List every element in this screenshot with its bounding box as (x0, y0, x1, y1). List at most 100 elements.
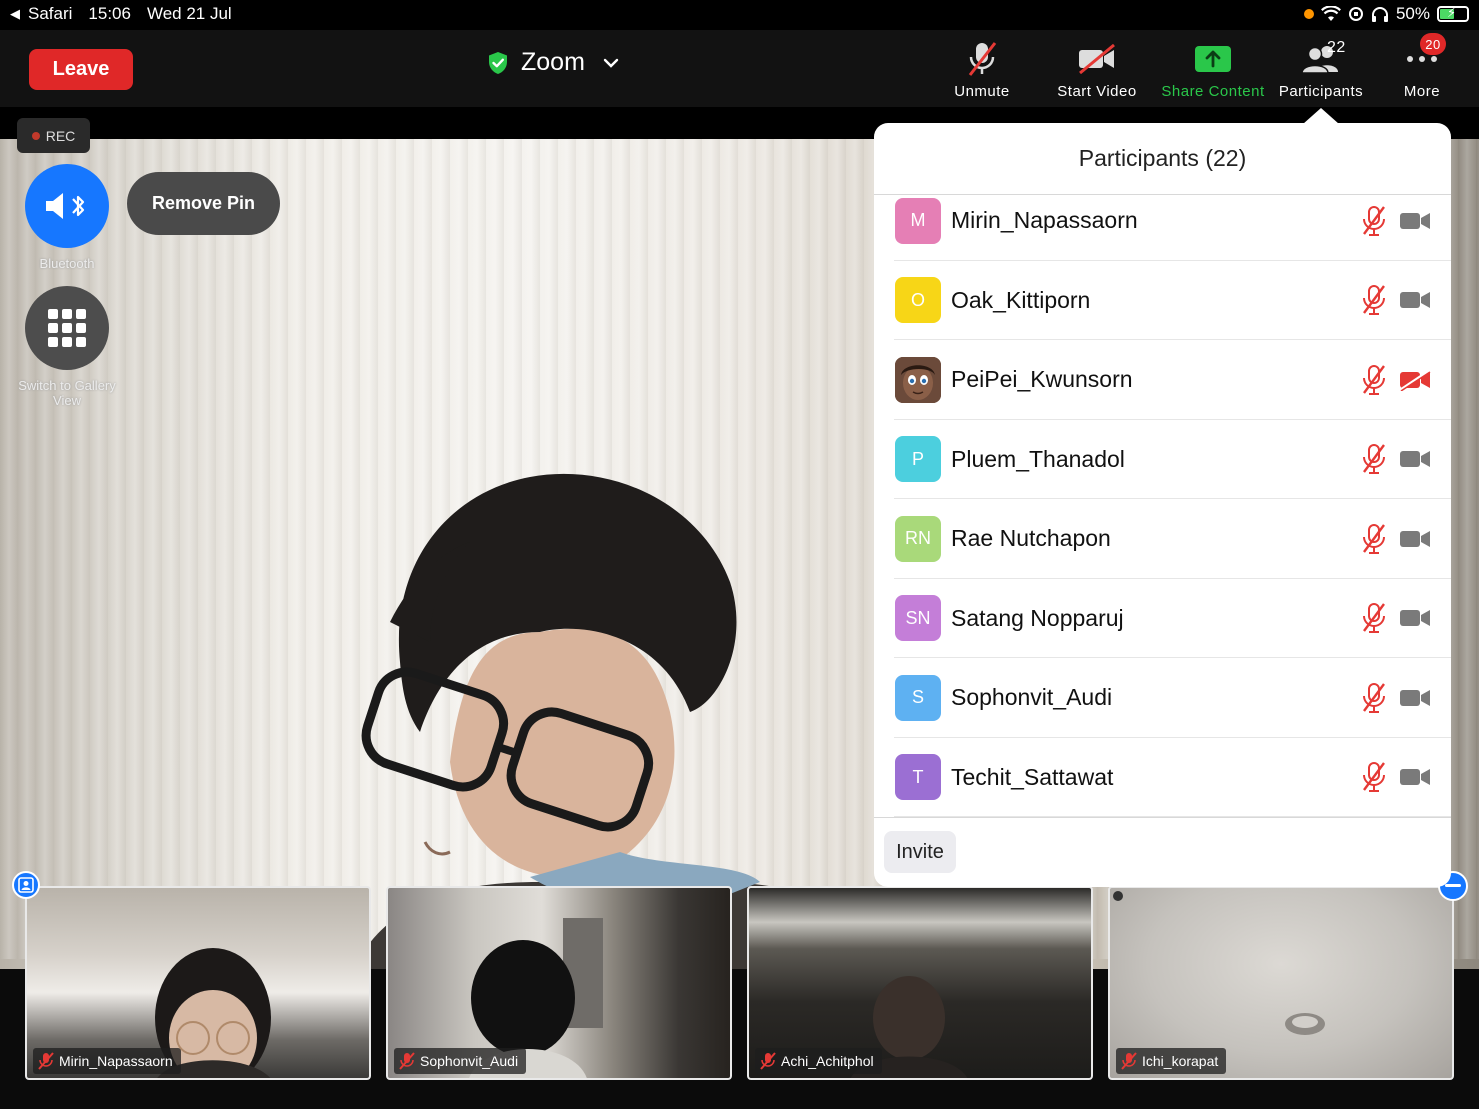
video-off-icon (1399, 368, 1431, 391)
mic-muted-icon (1363, 444, 1385, 475)
more-label: More (1403, 83, 1441, 100)
more-dots-icon (1407, 56, 1437, 62)
meeting-title: Zoom (521, 48, 585, 76)
participant-avatar: M (895, 197, 941, 244)
participant-row[interactable]: P Pluem_Thanadol (874, 420, 1451, 500)
participant-name: Sophonvit_Audi (951, 684, 1113, 711)
pin-video-icon[interactable] (12, 871, 40, 899)
mic-muted-icon (399, 1052, 415, 1070)
participants-panel-footer: Invite (874, 817, 1451, 887)
audio-bluetooth-button[interactable] (25, 164, 109, 248)
thumbnail-name: Achi_Achitphol (781, 1053, 874, 1069)
meeting-toolbar: Leave Zoom Unmute Start Video Share Cont… (0, 30, 1479, 107)
thumbnail-name-tag: Mirin_Napassaorn (33, 1048, 181, 1074)
participant-row[interactable]: S Sophonvit_Audi (874, 658, 1451, 738)
thumbnail-name: Mirin_Napassaorn (59, 1053, 173, 1069)
mic-muted-icon (1363, 285, 1385, 316)
speaker-bluetooth-icon (46, 193, 85, 219)
back-app-label[interactable]: Safari (28, 4, 72, 24)
participants-count: 22 (1327, 39, 1346, 56)
share-content-button[interactable]: Share Content (1158, 38, 1268, 100)
record-dot-icon (31, 131, 40, 140)
participant-name: Oak_Kittiporn (951, 286, 1091, 313)
thumbnail-video[interactable]: Achi_Achitphol (747, 886, 1093, 1080)
share-content-label: Share Content (1161, 83, 1265, 100)
video-on-icon (1400, 769, 1430, 786)
participant-avatar: T (895, 754, 941, 801)
participant-row[interactable]: O Oak_Kittiporn (874, 261, 1451, 341)
more-button[interactable]: 20 More (1398, 33, 1446, 100)
participant-name: Pluem_Thanadol (951, 445, 1125, 472)
participant-row[interactable]: M Mirin_Napassaorn (874, 195, 1451, 261)
participant-row[interactable]: PeiPei_Kwunsorn (874, 340, 1451, 420)
participant-row[interactable]: SN Satang Nopparuj (874, 579, 1451, 659)
orientation-lock-icon (1348, 7, 1363, 21)
participant-row[interactable]: RN Rae Nutchapon (874, 499, 1451, 579)
thumbnail-name-tag: Achi_Achitphol (755, 1048, 882, 1074)
participant-avatar: RN (895, 515, 941, 562)
participant-avatar: P (895, 436, 941, 483)
meeting-title-dropdown[interactable]: Zoom (487, 48, 619, 77)
participant-name: PeiPei_Kwunsorn (951, 366, 1133, 393)
video-on-icon (1400, 212, 1430, 229)
mic-in-use-indicator-icon (1303, 9, 1314, 19)
panel-pointer (1303, 108, 1339, 124)
bluetooth-label: Bluetooth (39, 256, 95, 271)
start-video-label: Start Video (1057, 83, 1137, 100)
mic-muted-icon (1363, 603, 1385, 634)
mic-muted-icon (38, 1052, 54, 1070)
participants-panel: Participants (22) M Mirin_Napassaorn O Oak_… (874, 123, 1451, 887)
participant-name: Techit_Sattawat (951, 763, 1114, 790)
thumbnail-video[interactable]: Sophonvit_Audi (386, 886, 732, 1080)
clock-date: Wed 21 Jul (146, 4, 232, 23)
mic-muted-icon (760, 1052, 776, 1070)
grid-icon (48, 309, 86, 347)
recording-indicator: REC (17, 118, 90, 153)
switch-to-gallery-button[interactable] (25, 286, 109, 370)
participant-name: Rae Nutchapon (951, 525, 1111, 552)
participant-name: Mirin_Napassaorn (951, 207, 1138, 234)
video-on-icon (1400, 451, 1430, 468)
unmute-button[interactable]: Unmute (952, 38, 1012, 100)
mic-muted-icon (1363, 523, 1385, 554)
leave-button[interactable]: Leave (29, 49, 133, 90)
thumbnail-video[interactable]: Mirin_Napassaorn (25, 886, 371, 1080)
mic-muted-icon (1363, 682, 1385, 713)
mic-muted-icon (1121, 1052, 1137, 1070)
participant-name: Satang Nopparuj (951, 604, 1124, 631)
participant-avatar: S (895, 674, 941, 721)
wifi-icon (1320, 6, 1341, 21)
headphones-icon (1371, 7, 1388, 22)
participants-list[interactable]: M Mirin_Napassaorn O Oak_Kittiporn PeiPei_Kw… (874, 195, 1451, 817)
start-video-button[interactable]: Start Video (1053, 38, 1141, 100)
participant-row[interactable]: T Techit_Sattawat (874, 738, 1451, 818)
gallery-view-label: Switch to Gallery View (18, 378, 116, 408)
mic-muted-icon (968, 42, 997, 76)
rec-label: REC (45, 127, 76, 144)
video-on-icon (1400, 530, 1430, 547)
thumbnail-video[interactable]: Ichi_korapat (1108, 886, 1454, 1080)
invite-button[interactable]: Invite (884, 831, 956, 873)
video-off-icon (1079, 44, 1115, 74)
participants-label: Participants (1278, 83, 1364, 100)
battery-icon: ⚡ (1437, 5, 1469, 22)
participant-avatar: O (895, 277, 941, 324)
video-on-icon (1400, 292, 1430, 309)
video-on-icon (1400, 610, 1430, 627)
shield-check-icon (489, 51, 507, 74)
back-arrow-icon[interactable]: ◀ (10, 6, 20, 22)
thumbnail-name-tag: Sophonvit_Audi (394, 1048, 527, 1074)
video-on-icon (1400, 689, 1430, 706)
participant-avatar: SN (895, 595, 941, 642)
thumbnail-name: Ichi_korapat (1142, 1053, 1219, 1069)
participant-avatar (895, 356, 941, 403)
thumbnail-name: Sophonvit_Audi (420, 1053, 519, 1069)
mic-muted-icon (1363, 762, 1385, 793)
more-badge: 20 (1420, 33, 1446, 55)
chevron-down-icon (603, 58, 619, 68)
participant-video-person (353, 473, 881, 969)
participants-panel-title: Participants (22) (874, 123, 1451, 195)
participants-button[interactable]: 22 Participants (1275, 38, 1367, 100)
status-bar: ◀ Safari 15:06 Wed 21 Jul 50% ⚡ (0, 0, 1479, 30)
remove-pin-button[interactable]: Remove Pin (127, 172, 280, 235)
